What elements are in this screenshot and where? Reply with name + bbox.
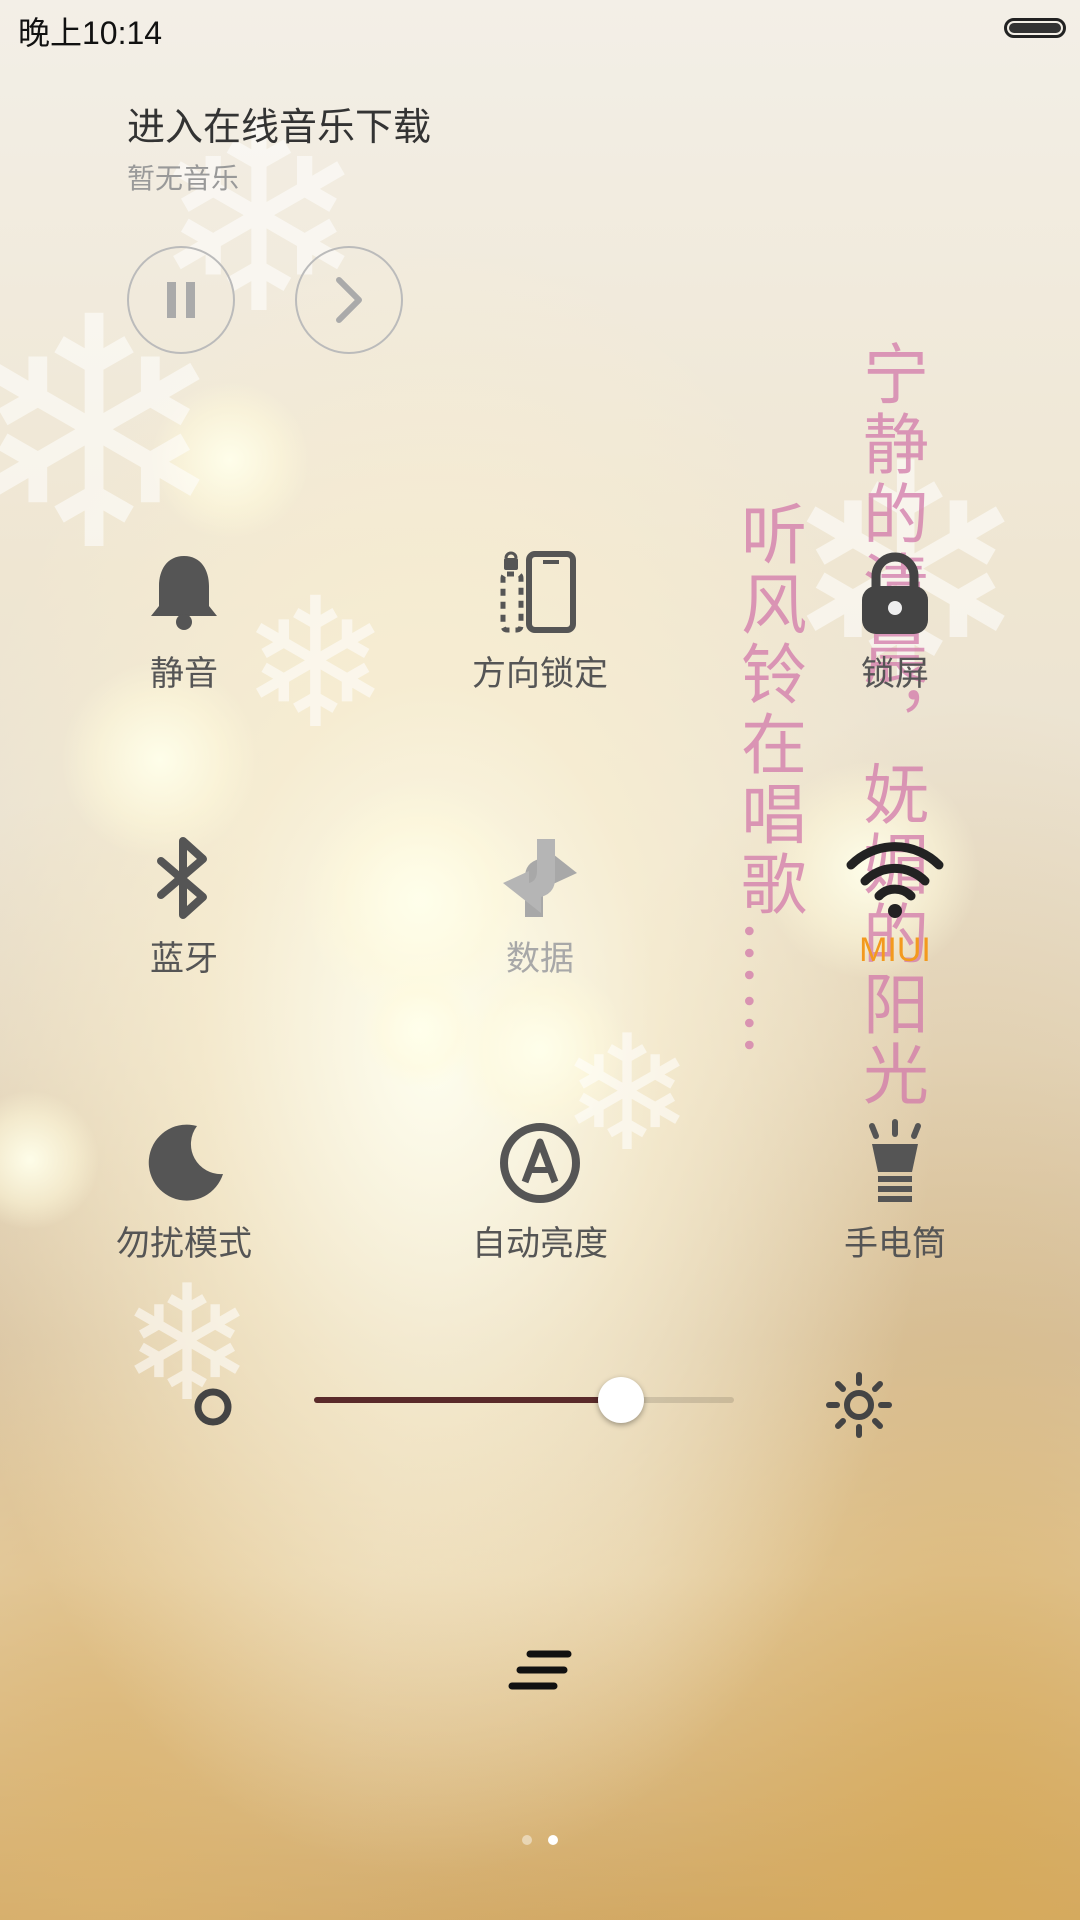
toggle-wifi-label: MIUI xyxy=(859,931,931,969)
page-dot-active xyxy=(548,1835,558,1845)
brightness-slider-fill xyxy=(314,1397,621,1403)
page-indicator xyxy=(0,1830,1080,1849)
toggle-lock-screen-label: 锁屏 xyxy=(861,654,929,694)
toggle-lock-screen[interactable]: 锁屏 xyxy=(775,548,1015,695)
rotation-lock-icon xyxy=(500,551,576,633)
data-icon xyxy=(503,839,577,917)
music-subtitle: 暂无音乐 xyxy=(127,162,240,195)
toggle-silent[interactable]: 静音 xyxy=(64,548,304,695)
battery-icon xyxy=(1004,18,1066,38)
status-time: 晚上10:14 xyxy=(18,15,163,51)
music-title[interactable]: 进入在线音乐下载 xyxy=(127,96,431,151)
toggle-flashlight[interactable]: 手电筒 xyxy=(775,1118,1015,1265)
toggle-rotation-lock-label: 方向锁定 xyxy=(472,654,608,694)
pause-icon xyxy=(167,282,195,318)
toggle-silent-label: 静音 xyxy=(150,654,218,694)
brightness-low-icon xyxy=(194,1388,232,1426)
brightness-slider-thumb[interactable] xyxy=(598,1377,644,1423)
wifi-icon xyxy=(846,842,944,918)
lock-icon xyxy=(862,552,928,634)
flashlight-icon xyxy=(869,1119,921,1202)
pause-button[interactable] xyxy=(127,246,235,354)
toggle-bluetooth[interactable]: 蓝牙 xyxy=(64,833,304,980)
toggle-auto-brightness-label: 自动亮度 xyxy=(472,1224,608,1264)
toggle-rotation-lock[interactable]: 方向锁定 xyxy=(420,548,660,695)
toggle-wifi[interactable]: MIUI xyxy=(775,833,1015,970)
brightness-high-icon xyxy=(826,1372,892,1438)
bell-icon xyxy=(151,556,217,630)
status-bar: 晚上10:14 xyxy=(0,0,1080,60)
toggle-flashlight-label: 手电筒 xyxy=(844,1224,946,1264)
bluetooth-icon xyxy=(157,837,207,919)
auto-brightness-icon xyxy=(500,1123,580,1203)
next-button[interactable] xyxy=(295,246,403,354)
next-icon xyxy=(336,277,362,323)
toggle-data[interactable]: 数据 xyxy=(420,833,660,980)
toggle-dnd-label: 勿扰模式 xyxy=(116,1224,252,1264)
wallpaper-calligraphy-1: 宁静的清晨，妩媚的阳光 xyxy=(852,340,929,1110)
toggle-bluetooth-label: 蓝牙 xyxy=(150,939,218,979)
toggle-auto-brightness[interactable]: 自动亮度 xyxy=(420,1118,660,1265)
brightness-slider[interactable] xyxy=(314,1377,734,1423)
page-dot xyxy=(522,1835,532,1845)
toggle-dnd[interactable]: 勿扰模式 xyxy=(64,1118,304,1265)
moon-icon xyxy=(148,1124,223,1201)
edit-list-icon[interactable] xyxy=(508,1648,572,1696)
toggle-data-label: 数据 xyxy=(506,939,574,979)
